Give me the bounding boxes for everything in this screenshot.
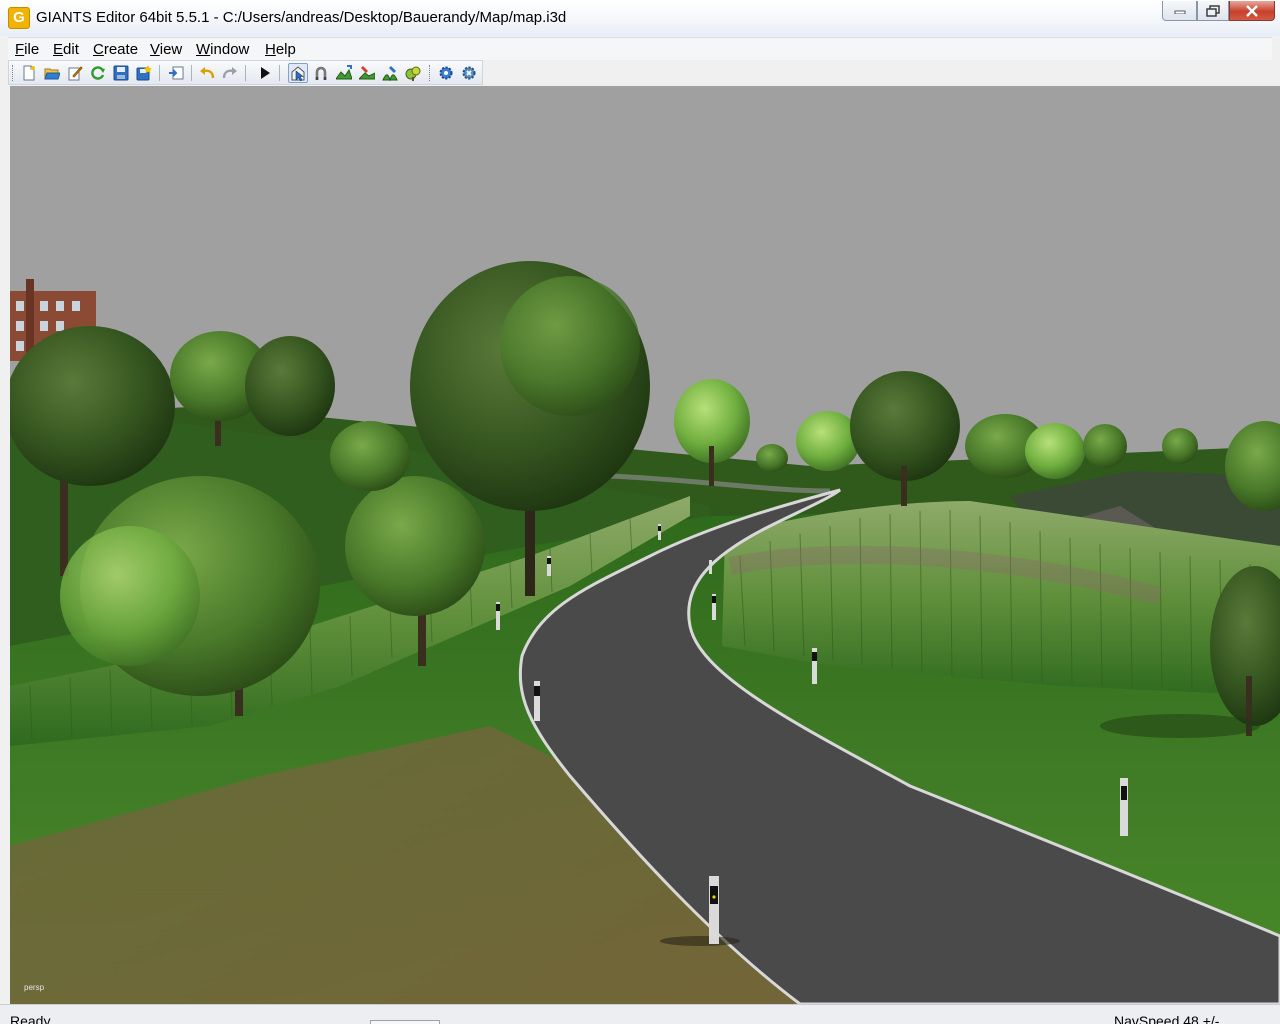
restore-icon (1206, 4, 1220, 17)
open-folder-icon (44, 68, 60, 80)
redo-icon (222, 67, 237, 79)
toolbar-separator (245, 65, 246, 81)
save-as-button[interactable] (134, 63, 154, 83)
close-icon (1246, 4, 1258, 17)
menu-edit[interactable]: Edit (53, 41, 79, 58)
redo-button[interactable] (220, 63, 240, 83)
select-tool-icon (291, 66, 305, 81)
giants-app-icon: G (8, 7, 30, 29)
magnet-button[interactable] (311, 63, 331, 83)
terrain-paint-button[interactable] (357, 63, 377, 83)
gear-plugins-icon (462, 66, 476, 80)
save-as-icon (136, 65, 152, 81)
toolbar-grip[interactable] (429, 65, 432, 81)
plugins-button[interactable] (459, 63, 479, 83)
terrain-paint-icon (359, 66, 375, 80)
save-button[interactable] (111, 63, 131, 83)
import-icon (169, 66, 184, 80)
menu-create[interactable]: Create (93, 41, 138, 58)
edit-icon (68, 66, 83, 81)
menu-view[interactable]: View (150, 41, 182, 58)
menu-window[interactable]: Window (196, 41, 249, 58)
terrain-sculpt-icon (336, 65, 352, 80)
foliage-paint-button[interactable] (380, 63, 400, 83)
toolbar-separator (159, 65, 160, 81)
play-button[interactable] (255, 63, 275, 83)
window-title: GIANTS Editor 64bit 5.5.1 - C:/Users/and… (36, 9, 567, 26)
reload-button[interactable] (88, 63, 108, 83)
status-navspeed: NavSpeed 48 +/- (1114, 1013, 1220, 1024)
reload-icon (91, 66, 105, 80)
maximize-button[interactable] (1197, 1, 1229, 21)
settings-button[interactable] (436, 63, 456, 83)
camera-label: persp (24, 983, 45, 992)
close-button[interactable] (1229, 1, 1275, 21)
toolbar-grip[interactable] (12, 65, 15, 81)
minimize-button[interactable] (1162, 1, 1197, 21)
settings-gear-icon (439, 66, 453, 80)
toolbar-separator (279, 65, 280, 81)
minimize-icon (1174, 10, 1185, 14)
new-file-button[interactable] (19, 63, 39, 83)
import-button[interactable] (166, 63, 186, 83)
foliage-erase-button[interactable] (403, 63, 423, 83)
foliage-paint-icon (382, 66, 398, 81)
terrain-sculpt-button[interactable] (334, 63, 354, 83)
magnet-icon (315, 66, 327, 80)
title-bar[interactable]: G GIANTS Editor 64bit 5.5.1 - C:/Users/a… (0, 0, 1280, 36)
menu-help[interactable]: Help (265, 41, 296, 58)
foliage-erase-icon (405, 66, 421, 81)
status-ready: Ready (10, 1013, 51, 1024)
undo-button[interactable] (197, 63, 217, 83)
toolbar-separator (191, 65, 192, 81)
3d-viewport[interactable]: persp (10, 86, 1280, 1004)
play-icon (261, 67, 270, 79)
edit-button[interactable] (65, 63, 85, 83)
status-panel (370, 1020, 440, 1024)
status-bar: Ready NavSpeed 48 +/- (0, 1004, 1280, 1024)
select-tool-button[interactable] (288, 63, 308, 83)
main-toolbar (8, 60, 483, 85)
menu-file[interactable]: File (15, 41, 39, 58)
open-button[interactable] (42, 63, 62, 83)
editor-window: G GIANTS Editor 64bit 5.5.1 - C:/Users/a… (0, 0, 1280, 1024)
new-file-icon (23, 65, 35, 81)
scene-render[interactable] (10, 86, 1280, 1004)
undo-icon (200, 67, 215, 79)
menu-bar: File Edit Create View Window Help (8, 37, 1272, 60)
save-icon (113, 65, 129, 81)
